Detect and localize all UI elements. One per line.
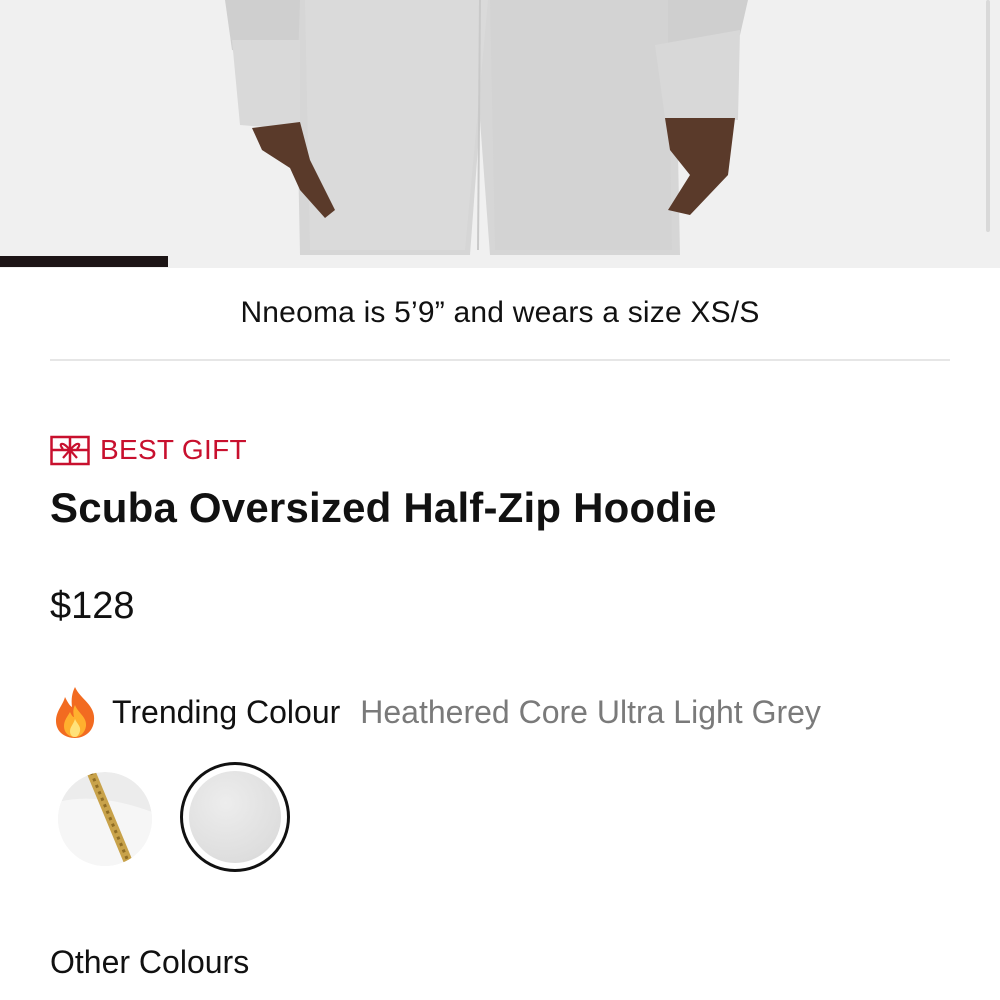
best-gift-badge: BEST GIFT xyxy=(50,432,247,468)
product-price: $128 xyxy=(50,585,135,627)
scrollbar[interactable] xyxy=(986,0,990,232)
badge-label: BEST GIFT xyxy=(100,434,247,465)
gift-icon xyxy=(50,435,90,466)
product-photo xyxy=(0,0,1000,268)
model-size-caption: Nneoma is 5’9” and wears a size XS/S xyxy=(240,296,760,329)
carousel-progress-bar xyxy=(0,256,168,267)
divider xyxy=(50,359,950,361)
colour-swatch-zipper[interactable] xyxy=(58,772,152,866)
product-title: Scuba Oversized Half-Zip Hoodie xyxy=(50,484,717,531)
heathered-grey-swatch xyxy=(189,771,281,863)
zipper-swatch xyxy=(58,772,152,866)
other-colours-heading: Other Colours xyxy=(50,944,250,980)
product-image[interactable] xyxy=(0,0,1000,268)
trending-colour-row: Trending Colour Heathered Core Ultra Lig… xyxy=(50,684,821,740)
selected-colour-name: Heathered Core Ultra Light Grey xyxy=(360,693,821,730)
trending-colour-label: Trending Colour xyxy=(112,693,341,730)
colour-swatch-heathered-grey[interactable] xyxy=(180,762,290,872)
fire-icon xyxy=(56,687,95,738)
